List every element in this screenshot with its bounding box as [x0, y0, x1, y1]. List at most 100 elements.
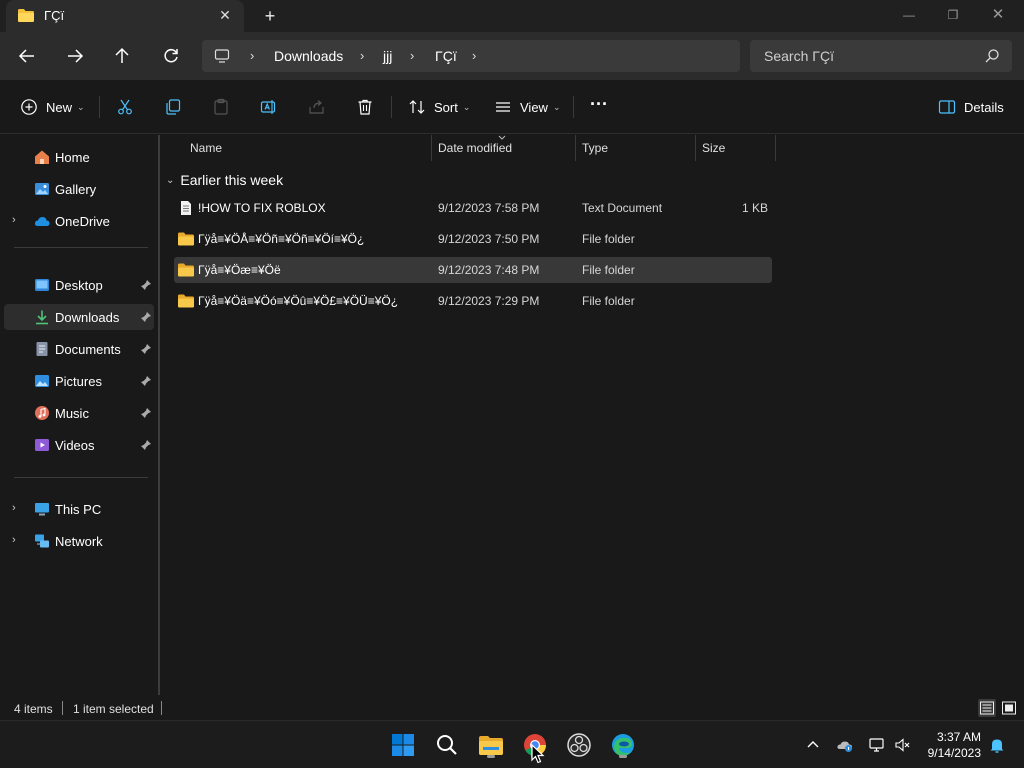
pin-icon[interactable] [140, 407, 152, 419]
system-clock[interactable]: 3:37 AM 9/14/2023 [928, 729, 981, 761]
column-header-size[interactable]: Size [696, 135, 776, 161]
speaker-muted-icon[interactable] [894, 736, 912, 754]
breadcrumb-current[interactable]: ΓÇï [435, 48, 457, 64]
start-button[interactable] [388, 730, 418, 760]
sidebar-item-network[interactable]: › Network [4, 528, 154, 554]
notification-bell-icon[interactable] [988, 736, 1006, 754]
column-separator[interactable] [775, 135, 776, 161]
share-button[interactable] [308, 95, 326, 119]
clock-date: 9/14/2023 [927, 746, 981, 760]
obs-taskbar-button[interactable] [564, 730, 594, 760]
new-tab-button[interactable]: + [260, 6, 280, 26]
divider [391, 96, 392, 118]
breadcrumb[interactable]: › Downloads › jjj › ΓÇï › [202, 40, 740, 72]
chevron-down-icon: ⌄ [462, 101, 471, 112]
file-explorer-taskbar-button[interactable] [476, 730, 506, 760]
breadcrumb-chevron[interactable]: › [360, 48, 364, 63]
column-header-date[interactable]: Date modified [432, 135, 576, 161]
tab-title: ΓÇï [44, 8, 65, 23]
divider [14, 477, 148, 478]
expand-icon[interactable]: › [12, 502, 22, 514]
sidebar-item-downloads[interactable]: Downloads [4, 304, 154, 330]
expand-icon[interactable]: › [12, 214, 22, 226]
scissors-icon [118, 99, 132, 115]
details-view-icon [980, 701, 994, 715]
maximize-button[interactable]: ❐ [938, 4, 968, 26]
file-row[interactable]: Γÿå≡¥Öæ≡¥Öë 9/12/2023 7:48 PM File folde… [174, 257, 772, 283]
taskbar: 3:37 AM 9/14/2023 [0, 720, 1024, 768]
divider [573, 96, 574, 118]
pin-icon[interactable] [140, 311, 152, 323]
column-header-type[interactable]: Type [576, 135, 696, 161]
file-row[interactable]: !HOW TO FIX ROBLOX 9/12/2023 7:58 PM Tex… [174, 195, 772, 221]
close-button[interactable]: ✕ [983, 4, 1013, 26]
sort-button[interactable]: Sort ⌄ [408, 95, 470, 119]
monitor-icon[interactable] [214, 48, 230, 64]
edge-taskbar-button[interactable] [608, 730, 638, 760]
clock-time: 3:37 AM [936, 730, 981, 744]
file-row[interactable]: Γÿå≡¥ÖÅ≡¥Öñ≡¥Öñ≡¥Öí≡¥Ö¿ 9/12/2023 7:50 P… [174, 226, 772, 252]
refresh-button[interactable] [159, 44, 183, 68]
chevron-down-icon: ⌄ [77, 101, 85, 112]
window-tab[interactable]: ΓÇï ✕ [6, 0, 244, 32]
sidebar-item-onedrive[interactable]: › OneDrive [4, 208, 154, 234]
more-options-button[interactable]: ··· [590, 92, 608, 116]
tab-close-button[interactable]: ✕ [216, 6, 234, 24]
sidebar-item-music[interactable]: Music [4, 400, 154, 426]
download-icon [36, 310, 48, 325]
breadcrumb-jjj[interactable]: jjj [383, 48, 392, 64]
sidebar-item-label: Downloads [55, 310, 120, 325]
view-label: View [520, 99, 548, 115]
thumbnail-view-toggle[interactable] [1000, 699, 1018, 717]
search-taskbar-button[interactable] [432, 730, 462, 760]
sidebar-item-pictures[interactable]: Pictures [4, 368, 154, 394]
breadcrumb-chevron[interactable]: › [472, 48, 476, 63]
expand-icon[interactable]: › [12, 534, 22, 546]
sidebar-item-videos[interactable]: Videos [4, 432, 154, 458]
search-box[interactable]: Search ΓÇï [750, 40, 1012, 72]
pin-icon[interactable] [140, 375, 152, 387]
back-button[interactable] [15, 44, 39, 68]
file-size: 1 KB [741, 201, 768, 215]
computer-icon [35, 503, 49, 516]
pin-icon[interactable] [140, 343, 152, 355]
minimize-button[interactable]: — [894, 4, 924, 26]
title-bar: ΓÇï ✕ + — ❐ ✕ [0, 0, 1024, 32]
group-header[interactable]: ⌄ Earlier this week [166, 170, 283, 190]
sidebar-item-documents[interactable]: Documents [4, 336, 154, 362]
breadcrumb-chevron[interactable]: › [250, 48, 254, 63]
sidebar-item-this-pc[interactable]: › This PC [4, 496, 154, 522]
onedrive-status-icon[interactable] [836, 736, 854, 754]
sidebar-splitter[interactable] [158, 135, 160, 695]
up-button[interactable] [110, 44, 134, 68]
pictures-icon [35, 375, 49, 387]
forward-button[interactable] [63, 44, 87, 68]
copy-icon [166, 99, 181, 115]
sidebar-item-gallery[interactable]: Gallery [4, 176, 154, 202]
breadcrumb-chevron[interactable]: › [410, 48, 414, 63]
sidebar-item-desktop[interactable]: Desktop [4, 272, 154, 298]
file-row[interactable]: Γÿå≡¥Öä≡¥Öó≡¥Öû≡¥Ö£≡¥ÖÜ≡¥Ö¿ 9/12/2023 7:… [174, 288, 772, 314]
chevron-up-icon[interactable] [804, 736, 822, 754]
new-button[interactable]: New ⌄ [20, 95, 85, 119]
file-date: 9/12/2023 7:29 PM [438, 294, 540, 308]
pin-icon[interactable] [140, 279, 152, 291]
paste-button[interactable] [212, 95, 230, 119]
plus-circle-icon [21, 99, 37, 115]
chevron-down-icon: ⌄ [552, 101, 561, 112]
network-status-icon[interactable] [868, 736, 886, 754]
copy-button[interactable] [164, 95, 182, 119]
cut-button[interactable] [116, 95, 134, 119]
new-label: New [46, 99, 73, 115]
search-input[interactable]: Search ΓÇï [764, 48, 834, 64]
details-button[interactable]: Details [938, 95, 1004, 119]
pin-icon[interactable] [140, 439, 152, 451]
breadcrumb-downloads[interactable]: Downloads [274, 48, 343, 64]
file-type: File folder [582, 294, 635, 308]
view-button[interactable]: View ⌄ [494, 95, 561, 119]
details-view-toggle[interactable] [978, 699, 996, 717]
rename-button[interactable] [260, 95, 278, 119]
column-header-name[interactable]: Name [184, 135, 432, 161]
delete-button[interactable] [356, 95, 374, 119]
sidebar-item-home[interactable]: Home [4, 144, 154, 170]
